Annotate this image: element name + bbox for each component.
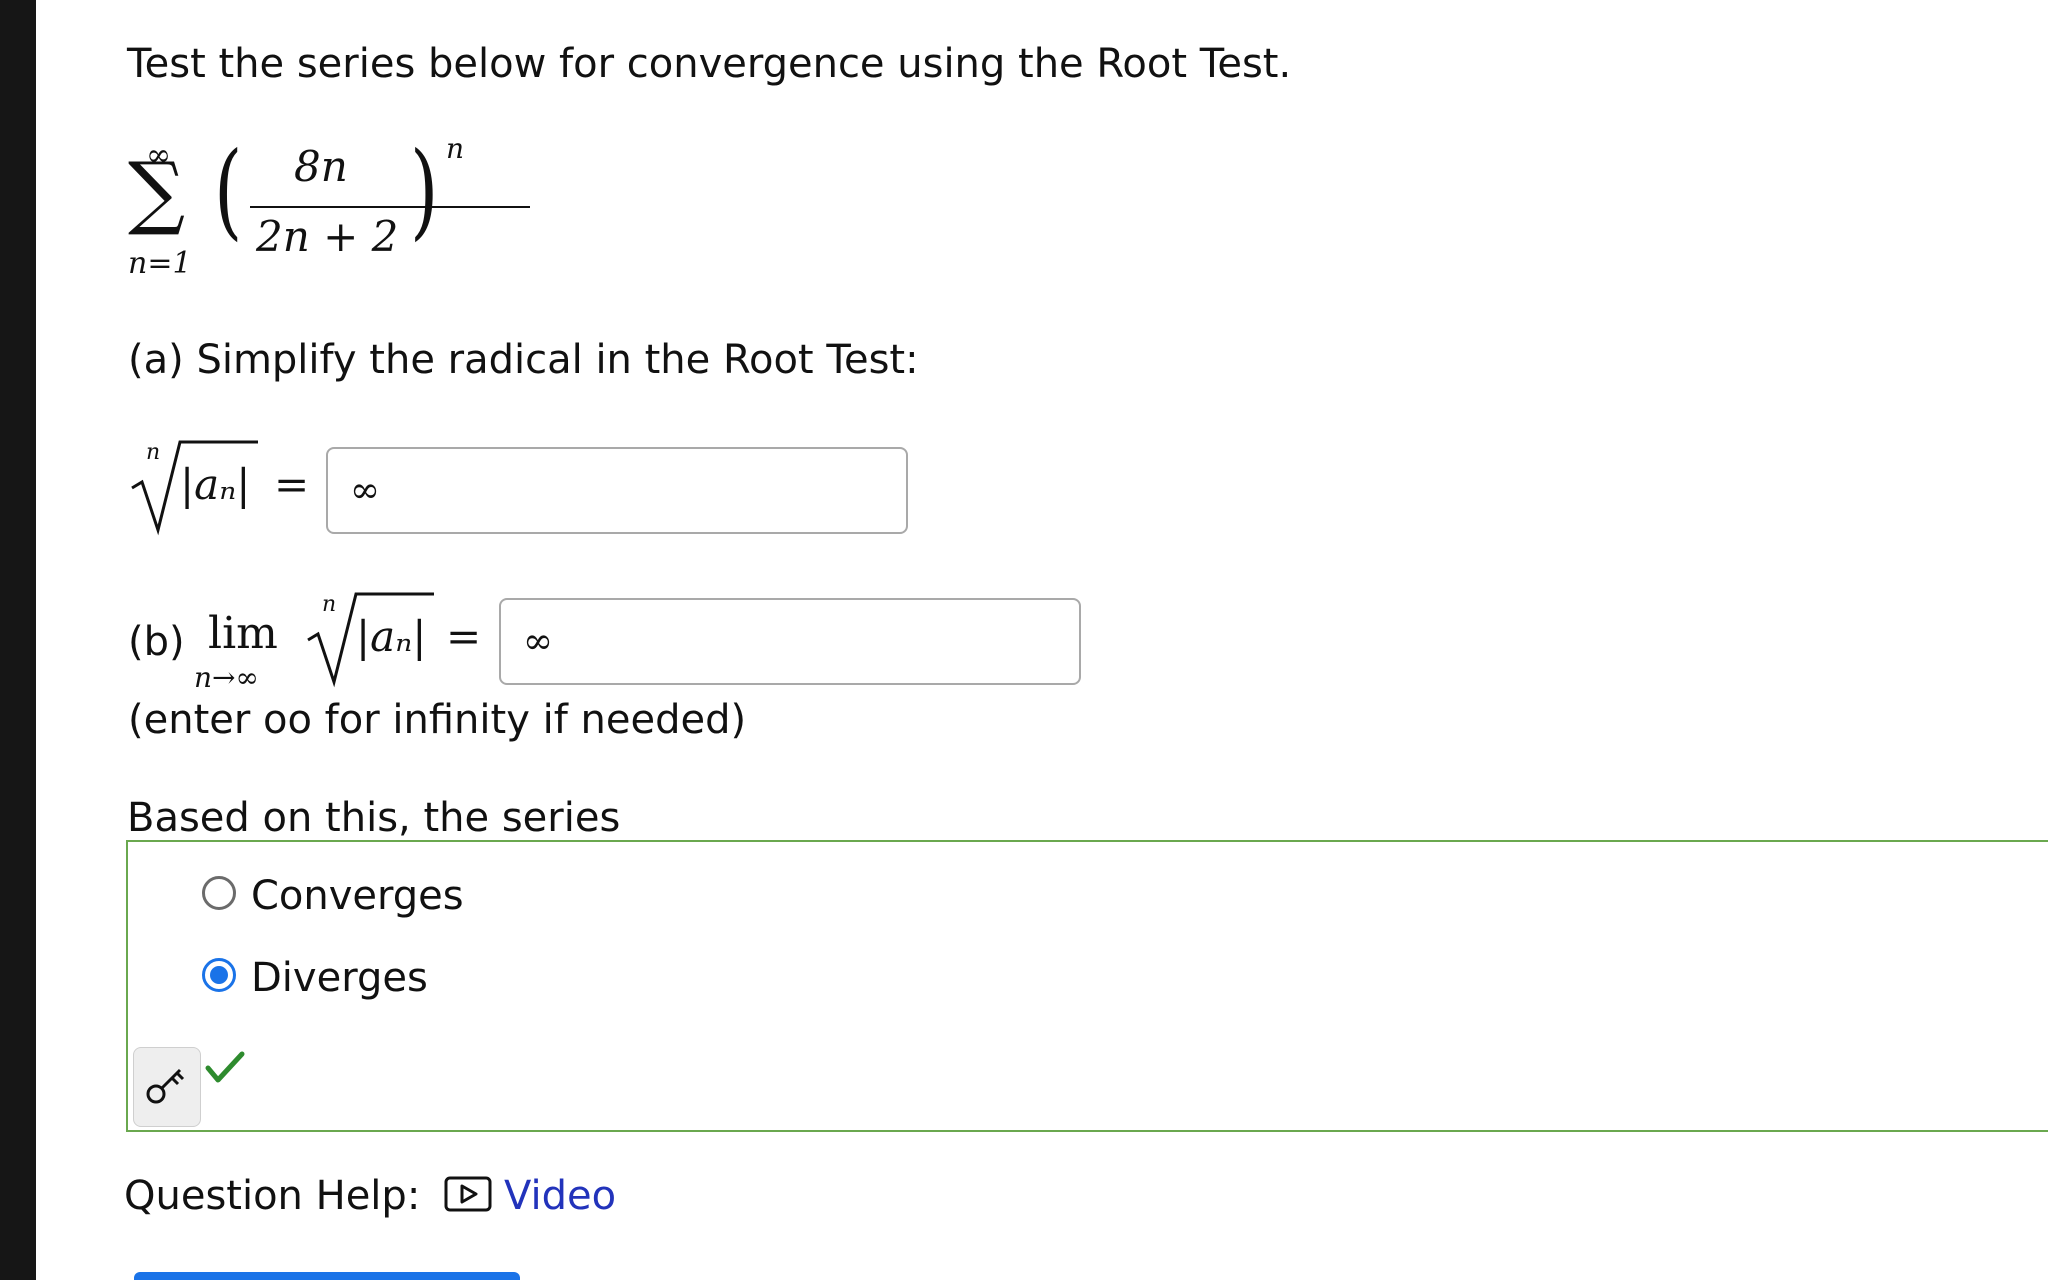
part-a-label: (a) Simplify the radical in the Root Tes… (128, 337, 919, 383)
equals-sign: = (446, 612, 482, 661)
fraction-numerator: 8n (294, 142, 348, 191)
radio-converges[interactable] (202, 876, 236, 910)
key-icon (146, 1068, 185, 1104)
right-paren: ) (410, 129, 439, 251)
question-help-label: Question Help: (124, 1173, 421, 1219)
fraction-denominator: 2n + 2 (256, 212, 399, 261)
lim-word: lim (208, 608, 278, 659)
radio-diverges[interactable] (202, 958, 236, 992)
show-answer-key-button[interactable] (133, 1047, 201, 1127)
left-paren: ( (214, 129, 243, 251)
question-content: Test the series below for convergence us… (0, 0, 2048, 1280)
part-a-answer-input[interactable]: ∞ (326, 447, 908, 534)
radicand: |aₙ| (180, 460, 251, 509)
radicand: |aₙ| (356, 612, 427, 661)
lim-subscript: n→∞ (194, 661, 259, 694)
question-intro: Test the series below for convergence us… (127, 41, 1292, 87)
part-a-radical: n |aₙ| = (128, 436, 328, 536)
part-b-radical: n |aₙ| = (304, 588, 514, 688)
correct-check-icon (205, 1051, 245, 1083)
part-b-label: (b) (128, 619, 185, 665)
option-diverges-label[interactable]: Diverges (251, 958, 428, 998)
part-b-hint: (enter oo for infinity if needed) (128, 697, 747, 743)
option-converges-label[interactable]: Converges (251, 876, 464, 916)
fraction-bar (250, 206, 530, 208)
conclusion-prompt: Based on this, the series (127, 795, 621, 841)
equals-sign: = (274, 460, 310, 509)
video-help-link[interactable]: Video (504, 1176, 616, 1216)
series-exponent: n (446, 132, 465, 165)
series-expression: ∞ ∑ n=1 ( 8n 2n + 2 ) n (126, 129, 530, 288)
video-play-icon[interactable] (444, 1176, 492, 1212)
part-b-answer-input[interactable]: ∞ (499, 598, 1081, 685)
series-lower-limit: n=1 (128, 246, 192, 281)
submit-button[interactable] (134, 1272, 520, 1280)
sigma-symbol: ∑ (128, 145, 186, 238)
